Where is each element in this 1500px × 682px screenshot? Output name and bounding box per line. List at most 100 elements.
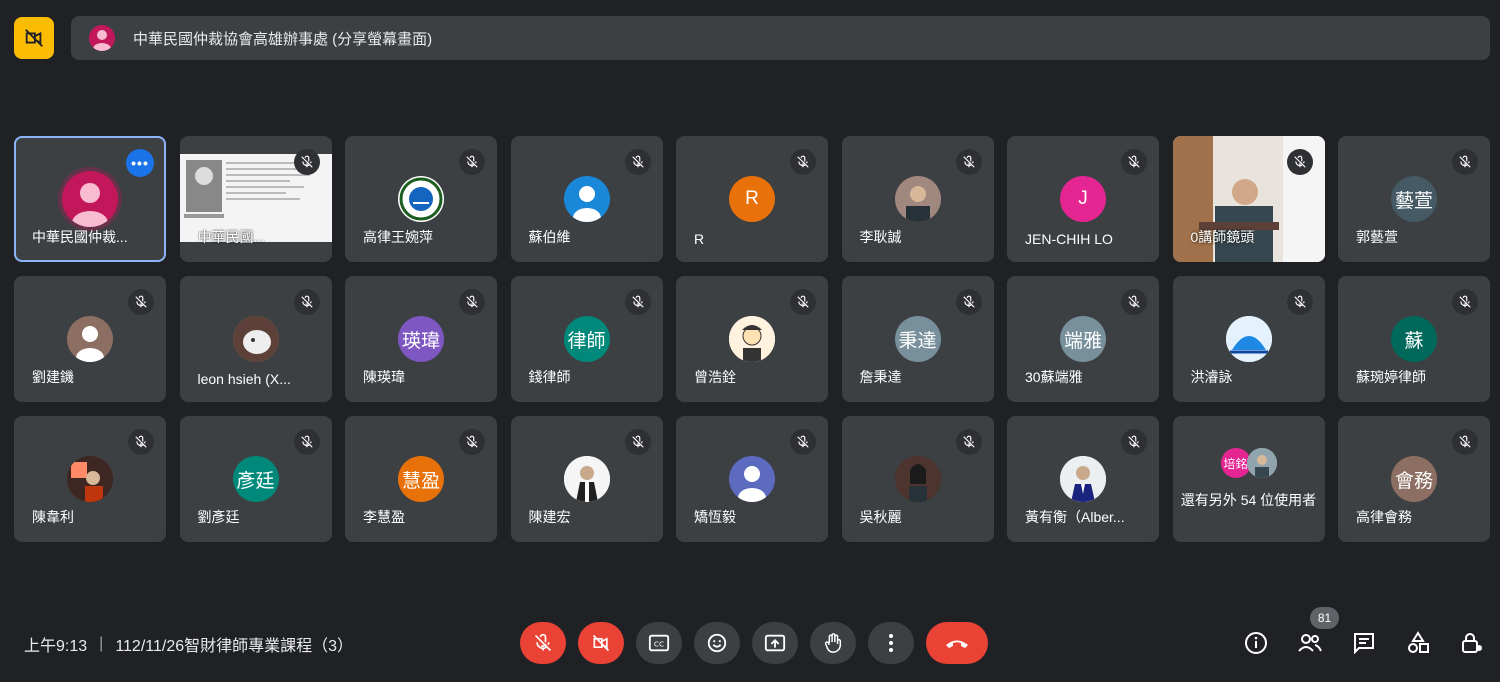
participant-name: 李慧盈 <box>363 509 405 525</box>
participant-tile[interactable]: 矯恆毅 <box>676 416 828 542</box>
side-panel-toolbar <box>1243 630 1485 656</box>
mic-off-icon <box>955 149 982 175</box>
more-options-icon[interactable]: ••• <box>126 149 154 177</box>
meeting-details-button[interactable] <box>1243 630 1269 656</box>
avatar: 慧盈 <box>398 456 444 502</box>
participant-name: 30蘇端雅 <box>1025 369 1083 385</box>
participant-tile[interactable]: 律師 錢律師 <box>510 276 663 402</box>
participant-tile[interactable]: ••• 中華民國仲裁... <box>14 136 166 262</box>
video-off-icon <box>592 634 610 652</box>
participant-tile[interactable]: 高律王婉萍 <box>345 136 497 262</box>
avatar <box>894 456 941 502</box>
mic-toggle-button[interactable] <box>520 622 566 664</box>
participant-name: 陳建宏 <box>528 509 571 525</box>
mic-off-icon <box>459 429 485 455</box>
avatar: 秉達 <box>894 316 941 362</box>
clock: 上午9:13 <box>24 638 88 655</box>
mic-off-icon <box>534 633 552 652</box>
participant-tile[interactable]: 中華民國... <box>179 136 332 262</box>
call-end-icon <box>946 640 968 648</box>
chat-button[interactable] <box>1351 630 1377 656</box>
participant-tile[interactable]: 洪濬詠 <box>1172 276 1325 402</box>
participant-tile[interactable]: 曾浩銓 <box>676 276 828 402</box>
captions-button[interactable]: CC <box>636 622 682 664</box>
avatar <box>62 171 118 227</box>
mic-off-icon <box>790 289 816 315</box>
hand-icon <box>824 633 842 653</box>
presenter-title: 中華民國仲裁協會高雄辦事處 (分享螢幕畫面) <box>133 30 433 48</box>
participant-tile[interactable]: 慧盈 李慧盈 <box>345 416 497 542</box>
avatar: J <box>1060 176 1106 222</box>
avatar <box>729 316 775 362</box>
participant-name: JEN-CHIH LO <box>1025 231 1113 247</box>
participant-tile[interactable]: 藝萱 郭藝萱 <box>1338 136 1490 262</box>
participant-tile[interactable]: 劉建鐖 <box>14 276 166 402</box>
no-camera-badge[interactable] <box>14 17 54 59</box>
participant-tile[interactable]: J JEN-CHIH LO <box>1007 136 1159 262</box>
mic-off-icon <box>1452 289 1478 315</box>
participant-name: 陳瑛瑋 <box>363 369 405 385</box>
info-icon <box>1245 632 1267 654</box>
mic-off-icon <box>1121 429 1147 455</box>
mic-off-icon <box>624 149 651 175</box>
more-options-button[interactable] <box>868 622 914 664</box>
mic-off-icon <box>128 289 154 315</box>
divider: | <box>99 635 104 652</box>
participant-tile[interactable]: 吳秋麗 <box>841 416 994 542</box>
participant-tile[interactable]: leon hsieh (X... <box>179 276 332 402</box>
participant-name: 李耿誠 <box>859 229 902 245</box>
avatar: R <box>729 176 775 222</box>
participant-tile[interactable]: 陳建宏 <box>510 416 663 542</box>
more-vert-icon <box>889 634 893 652</box>
participant-tile[interactable]: 蘇伯維 <box>510 136 663 262</box>
participant-tile[interactable]: 李耿誠 <box>841 136 994 262</box>
participant-tile[interactable]: R R <box>676 136 828 262</box>
participant-tile[interactable]: 0講師鏡頭 <box>1172 136 1325 262</box>
camera-toggle-button[interactable] <box>578 622 624 664</box>
chat-icon <box>1354 633 1374 655</box>
participant-name: leon hsieh (X... <box>197 371 291 387</box>
avatar <box>1246 448 1277 478</box>
participant-name: 高律會務 <box>1356 509 1412 525</box>
participant-tile[interactable]: 黃有衡（Alber... <box>1007 416 1159 542</box>
avatar: 會務 <box>1391 456 1437 502</box>
reactions-button[interactable] <box>694 622 740 664</box>
avatar: 彥廷 <box>232 456 279 502</box>
presenter-bar[interactable]: 中華民國仲裁協會高雄辦事處 (分享螢幕畫面) <box>71 16 1490 60</box>
raise-hand-button[interactable] <box>810 622 856 664</box>
leave-call-button[interactable] <box>926 622 988 664</box>
participant-tile[interactable]: 彥廷 劉彥廷 <box>179 416 332 542</box>
others-tile[interactable]: 培銘 還有另外 54 位使用者 <box>1172 416 1325 542</box>
participant-name: 矯恆毅 <box>694 509 736 525</box>
avatar: 蘇 <box>1391 316 1437 362</box>
mic-off-icon <box>1452 429 1478 455</box>
participant-name: 高律王婉萍 <box>363 229 433 245</box>
participant-tile[interactable]: 陳韋利 <box>14 416 166 542</box>
avatar <box>398 176 444 222</box>
mic-off-icon <box>293 149 320 175</box>
mic-off-icon <box>624 289 651 315</box>
present-icon <box>764 634 786 652</box>
avatar: 藝萱 <box>1391 176 1437 222</box>
participant-tile[interactable]: 瑛瑋 陳瑛瑋 <box>345 276 497 402</box>
avatar: 律師 <box>563 316 610 362</box>
avatar <box>563 456 610 502</box>
mic-off-icon <box>459 289 485 315</box>
participant-tile[interactable]: 端雅 30蘇端雅 <box>1007 276 1159 402</box>
participant-tile[interactable]: 會務 高律會務 <box>1338 416 1490 542</box>
mic-off-icon <box>955 289 982 315</box>
present-screen-button[interactable] <box>752 622 798 664</box>
people-button[interactable] <box>1297 630 1323 656</box>
shapes-icon <box>1408 631 1429 653</box>
avatar <box>67 316 113 362</box>
participant-name: 劉建鐖 <box>32 369 74 385</box>
participant-name: 蘇伯維 <box>528 229 571 245</box>
host-controls-button[interactable] <box>1459 630 1485 656</box>
participant-tile[interactable]: 蘇 蘇琬婷律師 <box>1338 276 1490 402</box>
participant-name: 洪濬詠 <box>1190 369 1233 385</box>
avatar <box>563 176 610 222</box>
activities-button[interactable] <box>1405 630 1431 656</box>
participant-name: 0講師鏡頭 <box>1190 229 1255 245</box>
participant-name: R <box>694 231 705 247</box>
participant-tile[interactable]: 秉達 詹秉達 <box>841 276 994 402</box>
